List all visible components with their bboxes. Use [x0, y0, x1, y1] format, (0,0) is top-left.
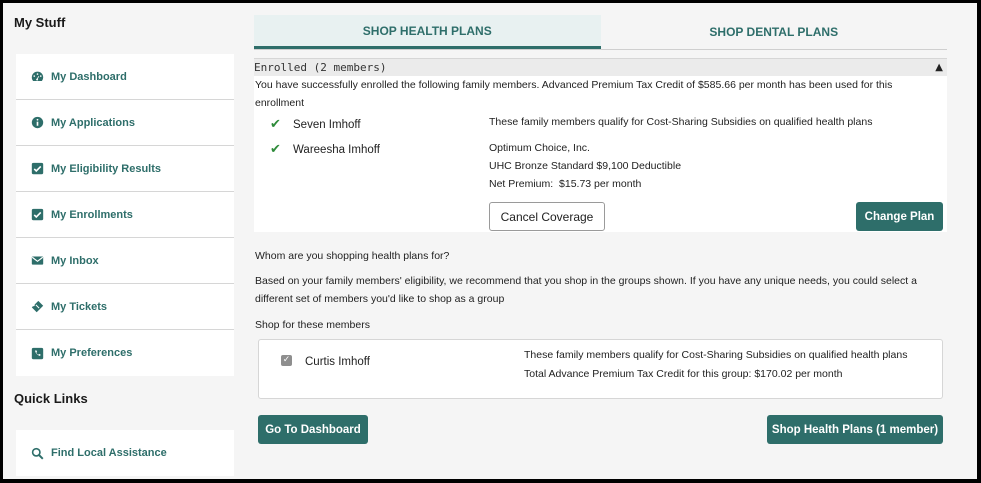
sidebar-item-dashboard[interactable]: My Dashboard: [16, 54, 234, 100]
quick-links-title: Quick Links: [14, 391, 88, 406]
enrolled-message-line2: enrollment: [255, 97, 305, 109]
member-checkbox[interactable]: ✓: [281, 355, 292, 366]
check-icon: ✔: [270, 117, 281, 132]
checkbox-icon: [28, 162, 46, 176]
dashboard-icon: [28, 70, 46, 84]
sidebar-item-tickets[interactable]: My Tickets: [16, 284, 234, 330]
sidebar-item-eligibility-results[interactable]: My Eligibility Results: [16, 146, 234, 192]
sidebar-item-label: My Eligibility Results: [51, 162, 162, 175]
sidebar-nav: My Dashboard My Applications My Eligibil…: [16, 54, 234, 376]
cancel-coverage-button[interactable]: Cancel Coverage: [489, 202, 605, 231]
sidebar-item-label: My Preferences: [51, 347, 133, 359]
shop-health-plans-button[interactable]: Shop Health Plans (1 member): [767, 415, 943, 444]
group-subsidy-note: These family members qualify for Cost-Sh…: [524, 349, 908, 361]
change-plan-button[interactable]: Change Plan: [856, 202, 943, 231]
plan-tabs: SHOP HEALTH PLANS SHOP DENTAL PLANS: [254, 15, 947, 50]
tab-shop-dental-plans[interactable]: SHOP DENTAL PLANS: [601, 15, 948, 49]
sidebar-item-applications[interactable]: My Applications: [16, 100, 234, 146]
group-member-name: Curtis Imhoff: [305, 356, 370, 368]
shopping-question: Whom are you shopping health plans for?: [255, 250, 450, 262]
enrolled-header-title: Enrolled (2 members): [254, 61, 387, 74]
recommendation-line1: Based on your family members' eligibilit…: [255, 275, 917, 287]
plan-carrier: Optimum Choice, Inc.: [489, 142, 590, 154]
enrolled-message-line1: You have successfully enrolled the follo…: [255, 79, 893, 91]
sidebar-item-label: My Enrollments: [51, 208, 133, 221]
enrolled-subsidy-note: These family members qualify for Cost-Sh…: [489, 116, 873, 128]
enrolled-member-name: Seven Imhoff: [293, 119, 361, 131]
info-icon: [28, 116, 46, 130]
group-tax-credit: Total Advance Premium Tax Credit for thi…: [524, 368, 843, 380]
net-premium: Net Premium: $15.73 per month: [489, 178, 642, 190]
checkbox-icon: [28, 208, 46, 222]
quick-link-label: Find Local Assistance: [51, 447, 167, 459]
go-to-dashboard-button[interactable]: Go To Dashboard: [258, 415, 368, 444]
ticket-icon: [28, 300, 46, 314]
quick-links: Find Local Assistance: [16, 430, 234, 476]
sidebar-item-enrollments[interactable]: My Enrollments: [16, 192, 234, 238]
chevron-up-icon[interactable]: ▲: [935, 62, 943, 73]
sidebar-item-label: My Tickets: [51, 300, 108, 313]
sidebar-item-label: My Applications: [51, 116, 135, 129]
plan-name: UHC Bronze Standard $9,100 Deductible: [489, 160, 682, 172]
phone-icon: [28, 346, 46, 360]
envelope-icon: [28, 254, 46, 268]
search-icon: [28, 446, 46, 460]
check-icon: ✔: [270, 142, 281, 157]
sidebar-item-preferences[interactable]: My Preferences: [16, 330, 234, 376]
sidebar-item-label: My Inbox: [51, 254, 99, 267]
my-stuff-title: My Stuff: [14, 15, 66, 30]
sidebar-item-inbox[interactable]: My Inbox: [16, 238, 234, 284]
quick-link-find-local-assistance[interactable]: Find Local Assistance: [16, 430, 234, 476]
sidebar-item-label: My Dashboard: [51, 70, 127, 83]
enrolled-member-name: Wareesha Imhoff: [293, 144, 380, 156]
shop-for-label: Shop for these members: [255, 319, 370, 331]
enrolled-header[interactable]: Enrolled (2 members) ▲: [254, 58, 947, 76]
tab-shop-health-plans[interactable]: SHOP HEALTH PLANS: [254, 15, 601, 49]
recommendation-line2: different set of members you'd like to s…: [255, 293, 505, 305]
